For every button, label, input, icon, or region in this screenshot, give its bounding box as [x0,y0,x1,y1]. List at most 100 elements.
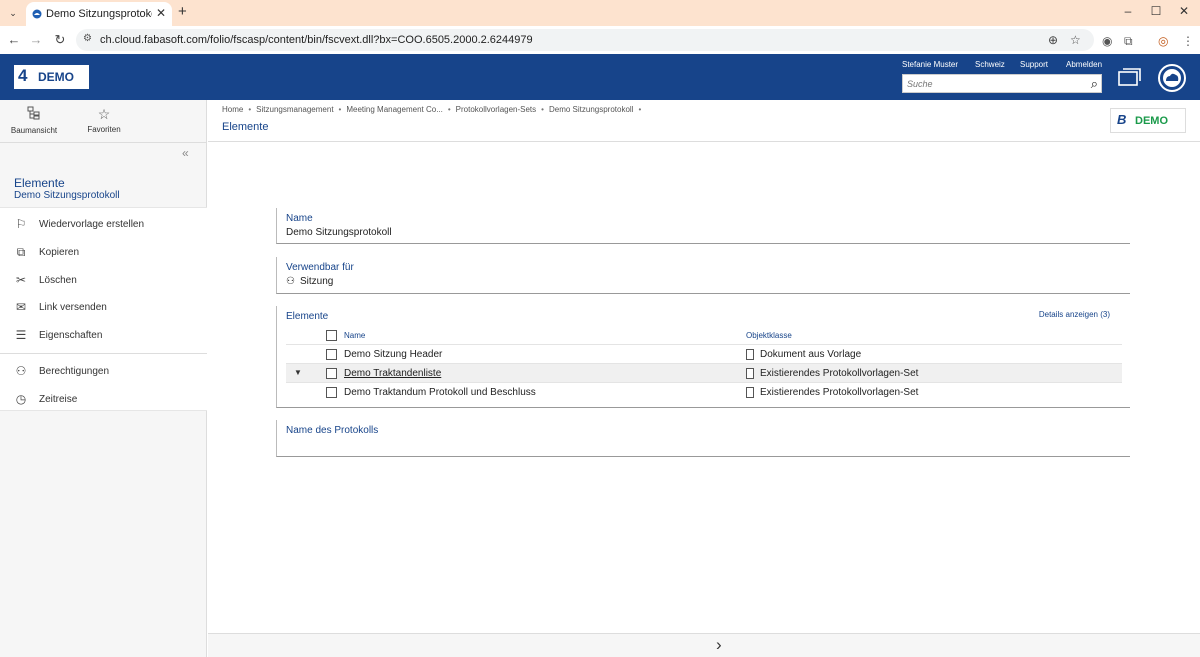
action-label: Eigenschaften [39,330,103,341]
field-label: Elemente [286,311,329,322]
browser-tab-bar: ⌄ Demo Sitzungsprotokoll (Protok ✕ + – ☐… [0,0,1200,26]
action-delete[interactable]: ✂ Löschen [0,270,207,292]
page-title: Elemente [222,121,269,133]
action-list: ⚐ Wiedervorlage erstellen ⧉ Kopieren ✂ L… [0,207,207,411]
new-tab-button[interactable]: + [178,3,187,20]
tree-view-label: Baumansicht [10,126,58,135]
logout-link[interactable]: Abmelden [1066,60,1102,69]
row-checkbox[interactable] [326,368,337,379]
search-input[interactable] [903,75,1079,92]
windows-icon[interactable] [1118,67,1142,87]
profile-icon[interactable]: ◎ [1158,34,1168,48]
row-checkbox[interactable] [326,387,337,398]
collapse-sidebar-icon[interactable]: « [182,146,189,160]
breadcrumb-item[interactable]: Protokollvorlagen-Sets [456,105,536,114]
row-checkbox[interactable] [326,349,337,360]
support-link[interactable]: Support [1020,60,1048,69]
main-content: Home • Sitzungsmanagement • Meeting Manageme… [208,100,1200,657]
usable-for-field[interactable]: Verwendbar für ⚇ Sitzung [276,257,1130,294]
back-icon[interactable]: ← [6,32,22,47]
row-class: Existierendes Protokollvorlagen-Set [760,368,919,379]
url-input[interactable]: ⚙ ch.cloud.fabasoft.com/folio/fscasp/con… [76,29,1094,51]
action-send-link[interactable]: ✉ Link versenden [0,297,207,319]
brand-text: DEMO [1135,115,1168,127]
protocol-name-field[interactable]: Name des Protokolls [276,420,1130,457]
breadcrumb-separator: • [638,105,642,114]
breadcrumb-separator: • [248,105,252,114]
breadcrumb-item[interactable]: Home [222,105,243,114]
tree-view-icon [9,106,59,123]
user-name-link[interactable]: Stefanie Muster [902,60,958,69]
chevron-right-icon[interactable]: › [716,635,722,655]
name-field[interactable]: Name Demo Sitzungsprotokoll [276,208,1130,244]
clock-icon: ◷ [15,392,27,406]
browser-tab[interactable]: Demo Sitzungsprotokoll (Protok ✕ [26,2,172,26]
details-link[interactable]: Details anzeigen (3) [1039,310,1110,319]
bookmark-star-icon[interactable]: ☆ [1070,33,1081,47]
region-link[interactable]: Schweiz [975,60,1005,69]
expand-icon[interactable]: ▼ [294,368,302,377]
table-row[interactable]: ▼ Demo Traktandenliste Existierendes Pro… [286,364,1122,383]
puzzle-icon[interactable]: ⧉ [1124,34,1133,49]
action-create-reminder[interactable]: ⚐ Wiedervorlage erstellen [0,214,207,236]
flag-icon: ⚐ [15,217,27,231]
favorites-button[interactable]: ☆ Favoriten [79,106,129,134]
column-header-name[interactable]: Name [344,331,365,340]
sidebar-context-title: Elemente [14,176,65,190]
search-icon[interactable]: ⌕ [1091,76,1098,92]
breadcrumb: Home • Sitzungsmanagement • Meeting Manageme… [222,105,646,114]
row-name[interactable]: Demo Sitzung Header [344,349,442,360]
action-time-travel[interactable]: ◷ Zeitreise [0,389,207,411]
app-header: 4 DEMO Stefanie Muster Schweiz Support A… [0,54,1200,100]
footer-bar: › [208,633,1200,657]
document-icon [746,349,754,360]
field-label: Verwendbar für [286,262,354,273]
action-permissions[interactable]: ⚇ Berechtigungen [0,361,207,383]
browser-menu-icon[interactable]: ⋮ [1182,34,1194,48]
breadcrumb-item[interactable]: Meeting Management Co... [346,105,443,114]
breadcrumb-separator: • [338,105,342,114]
field-label: Name [286,213,313,224]
action-copy[interactable]: ⧉ Kopieren [0,242,207,264]
breadcrumb-item[interactable]: Sitzungsmanagement [256,105,333,114]
extension-icon[interactable]: ◉ [1102,34,1112,48]
action-label: Berechtigungen [39,366,110,377]
field-value: Demo Sitzungsprotokoll [286,227,392,238]
action-label: Kopieren [39,247,80,258]
app-logo[interactable]: 4 DEMO [14,65,89,89]
tab-search-icon[interactable]: ⌄ [6,6,20,20]
divider [0,353,207,354]
cloud-icon[interactable] [1157,63,1187,93]
search-box: ⌕ [902,74,1102,93]
sidebar-context: Elemente Demo Sitzungsprotokoll [0,170,207,207]
field-value[interactable]: Sitzung [300,276,333,287]
breadcrumb-item[interactable]: Demo Sitzungsprotokoll [549,105,633,114]
meeting-icon: ⚇ [286,276,295,287]
tab-close-icon[interactable]: ✕ [156,6,166,20]
breadcrumb-separator: • [541,105,544,114]
column-header-class[interactable]: Objektklasse [746,331,792,340]
action-properties[interactable]: ☰ Eigenschaften [0,325,207,347]
field-label: Name des Protokolls [286,425,379,436]
minimize-icon[interactable]: – [1118,4,1138,18]
action-label: Löschen [39,275,77,286]
document-icon [746,387,754,398]
reload-icon[interactable]: ↻ [52,32,68,48]
brand-mark: B [1117,112,1127,127]
tree-view-button[interactable]: Baumansicht [9,106,59,135]
table-header-row: Name Objektklasse [286,326,1122,345]
site-info-icon[interactable]: ⚙ [83,33,92,44]
select-all-checkbox[interactable] [326,330,337,341]
elements-field: Elemente Details anzeigen (3) Name Objek… [276,306,1130,408]
table-row[interactable]: Demo Traktandum Protokoll und Beschluss … [286,383,1122,402]
logo-mark: 4 [18,66,28,85]
sidebar: Baumansicht ☆ Favoriten « Elemente Demo … [0,100,207,657]
table-row[interactable]: Demo Sitzung Header Dokument aus Vorlage [286,345,1122,364]
zoom-icon[interactable]: ⊕ [1048,33,1058,47]
document-icon [746,368,754,379]
maximize-icon[interactable]: ☐ [1146,4,1166,18]
window-close-icon[interactable]: ✕ [1174,4,1194,18]
row-name[interactable]: Demo Traktandenliste [344,368,441,379]
row-name[interactable]: Demo Traktandum Protokoll und Beschluss [344,387,536,398]
forward-icon[interactable]: → [28,32,44,47]
